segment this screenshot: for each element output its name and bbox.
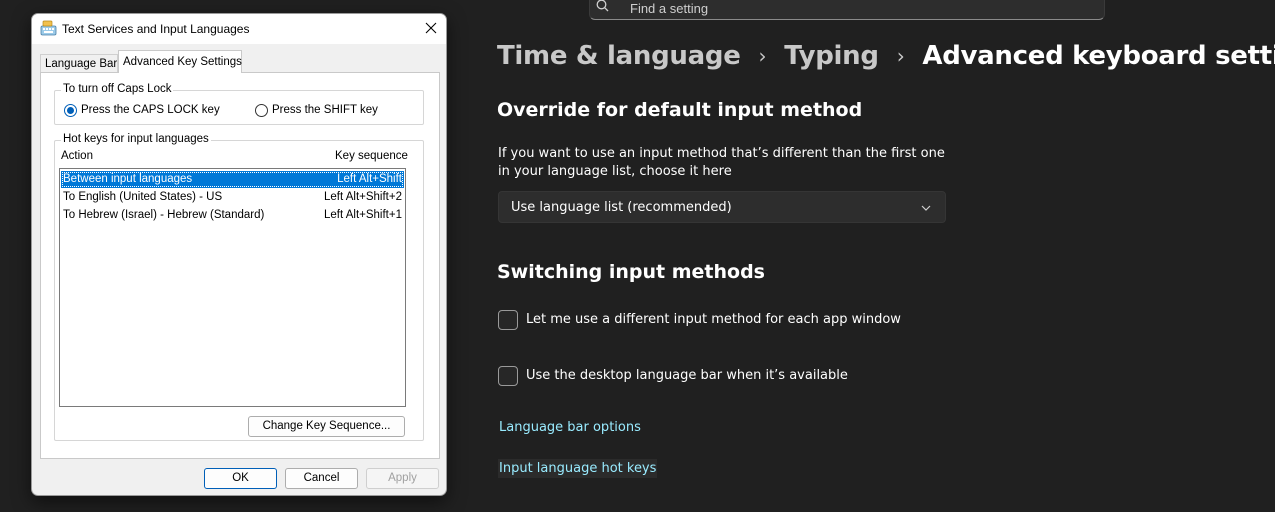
caps-lock-radio[interactable] [64,104,77,117]
desktop-language-bar-label: Use the desktop language bar when it’s a… [526,368,848,383]
search-input[interactable]: Find a setting [630,1,708,16]
change-key-sequence-button[interactable]: Change Key Sequence... [248,416,405,437]
override-section-title: Override for default input method [497,99,863,121]
override-description: If you want to use an input method that’… [498,146,945,179]
shift-radio[interactable] [255,104,268,117]
list-item-action: To English (United States) - US [63,191,223,203]
dialog-title: Text Services and Input Languages [62,22,250,36]
search-box[interactable]: Find a setting [589,0,1105,20]
caps-lock-group: To turn off Caps Lock Press the CAPS LOC… [54,83,424,125]
breadcrumb: Time & language › Typing › Advanced keyb… [497,38,1275,74]
desktop-language-bar-checkbox[interactable] [498,366,518,386]
breadcrumb-typing[interactable]: Typing [784,41,879,71]
tab-panel: To turn off Caps Lock Press the CAPS LOC… [40,72,440,459]
caps-lock-legend: To turn off Caps Lock [61,83,174,95]
per-app-input-checkbox[interactable] [498,310,518,330]
language-bar-options-link[interactable]: Language bar options [499,420,641,435]
hotkeys-group: Hot keys for input languages Action Key … [54,133,424,441]
chevron-right-icon: › [896,44,905,68]
per-app-input-label: Let me use a different input method for … [526,312,901,327]
hotkeys-legend: Hot keys for input languages [61,133,211,145]
dropdown-value: Use language list (recommended) [511,200,732,215]
column-header-action[interactable]: Action [61,150,93,162]
tab-advanced-key-settings[interactable]: Advanced Key Settings [118,50,242,73]
text-services-dialog: Text Services and Input Languages Langua… [31,13,447,496]
list-item-key: Left Alt+Shift [337,173,402,185]
list-item[interactable]: Between input languages Left Alt+Shift [61,171,404,188]
input-method-dropdown[interactable]: Use language list (recommended) [498,191,946,223]
list-item[interactable]: To English (United States) - US Left Alt… [61,189,404,206]
tab-language-bar[interactable]: Language Bar [40,54,118,73]
hotkeys-list[interactable]: Between input languages Left Alt+Shift T… [59,168,406,407]
page-title: Advanced keyboard settings [922,41,1275,71]
column-header-key-sequence[interactable]: Key sequence [335,150,408,162]
keyboard-app-icon [40,20,57,36]
list-item-key: Left Alt+Shift+1 [323,209,402,221]
caps-lock-radio-label[interactable]: Press the CAPS LOCK key [81,104,220,116]
list-item-action: To Hebrew (Israel) - Hebrew (Standard) [63,209,265,221]
close-icon [425,22,437,34]
list-item-action: Between input languages [63,173,193,185]
breadcrumb-time-language[interactable]: Time & language [497,41,741,71]
ok-button[interactable]: OK [204,468,277,489]
chevron-down-icon [921,205,931,211]
search-icon [596,0,609,12]
list-item-key: Left Alt+Shift+2 [323,191,402,203]
switching-section-title: Switching input methods [497,261,765,283]
input-language-hot-keys-link[interactable]: Input language hot keys [498,459,658,478]
list-item[interactable]: To Hebrew (Israel) - Hebrew (Standard) L… [61,207,404,224]
close-button[interactable] [416,14,446,42]
apply-button[interactable]: Apply [366,468,439,489]
cancel-button[interactable]: Cancel [285,468,358,489]
dialog-titlebar[interactable]: Text Services and Input Languages [32,14,446,44]
shift-radio-label[interactable]: Press the SHIFT key [272,104,378,116]
chevron-right-icon: › [758,44,767,68]
